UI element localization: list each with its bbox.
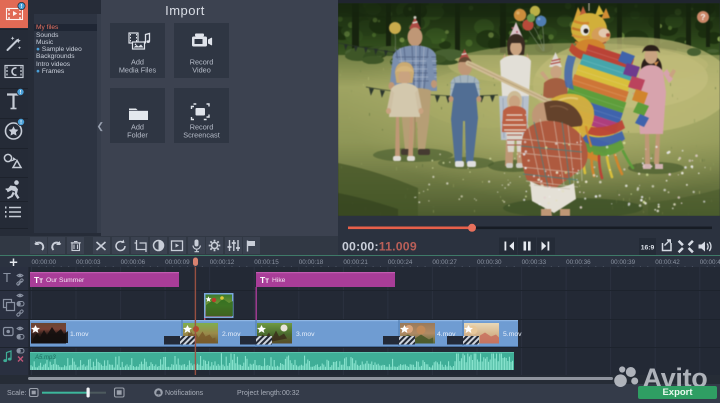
svg-text:1.mov: 1.mov: [70, 331, 89, 338]
svg-text:00:00:24: 00:00:24: [388, 259, 413, 266]
svg-text:Hike: Hike: [272, 277, 286, 284]
svg-text:00:00:45: 00:00:45: [700, 259, 720, 266]
svg-text:3.mov: 3.mov: [296, 331, 315, 338]
svg-text:Screencast: Screencast: [183, 131, 220, 140]
svg-text:00:00:18: 00:00:18: [299, 259, 324, 266]
svg-text:00:00:00: 00:00:00: [32, 259, 57, 266]
svg-text:00:00:06: 00:00:06: [121, 259, 146, 266]
svg-text:00:00:42: 00:00:42: [655, 259, 680, 266]
svg-text:A5.mp3: A5.mp3: [34, 355, 56, 361]
svg-text:Notifications: Notifications: [165, 390, 204, 397]
svg-text:00:00:15: 00:00:15: [254, 259, 279, 266]
svg-text:Media Files: Media Files: [119, 66, 157, 75]
svg-text:00:00:12: 00:00:12: [210, 259, 235, 266]
svg-text:00:00:09: 00:00:09: [165, 259, 190, 266]
svg-text:00:00:39: 00:00:39: [611, 259, 636, 266]
svg-text:00:00:36: 00:00:36: [566, 259, 591, 266]
svg-text:00:00:03: 00:00:03: [76, 259, 101, 266]
svg-text:00:00:30: 00:00:30: [477, 259, 502, 266]
svg-text:00:00:21: 00:00:21: [343, 259, 368, 266]
svg-text:5.mov: 5.mov: [503, 331, 522, 338]
svg-text:16:9: 16:9: [641, 245, 655, 252]
svg-text:Our Summer: Our Summer: [46, 277, 85, 284]
svg-text:00:00:27: 00:00:27: [432, 259, 457, 266]
svg-text:T: T: [3, 270, 11, 285]
svg-text:2.mov: 2.mov: [222, 331, 241, 338]
svg-text:!: !: [21, 4, 23, 10]
svg-text:Project length:: Project length:: [237, 390, 282, 397]
svg-text:Video: Video: [192, 66, 211, 75]
svg-text:?: ?: [700, 12, 705, 22]
svg-text:00:00:11.009: 00:00:11.009: [342, 240, 417, 254]
svg-text:00:32: 00:32: [282, 390, 300, 397]
svg-text:Folder: Folder: [127, 131, 148, 140]
svg-text:!: !: [20, 90, 22, 96]
svg-text:00:00:33: 00:00:33: [522, 259, 547, 266]
svg-text:!: !: [20, 120, 22, 126]
svg-text:Scale:: Scale:: [7, 390, 27, 397]
